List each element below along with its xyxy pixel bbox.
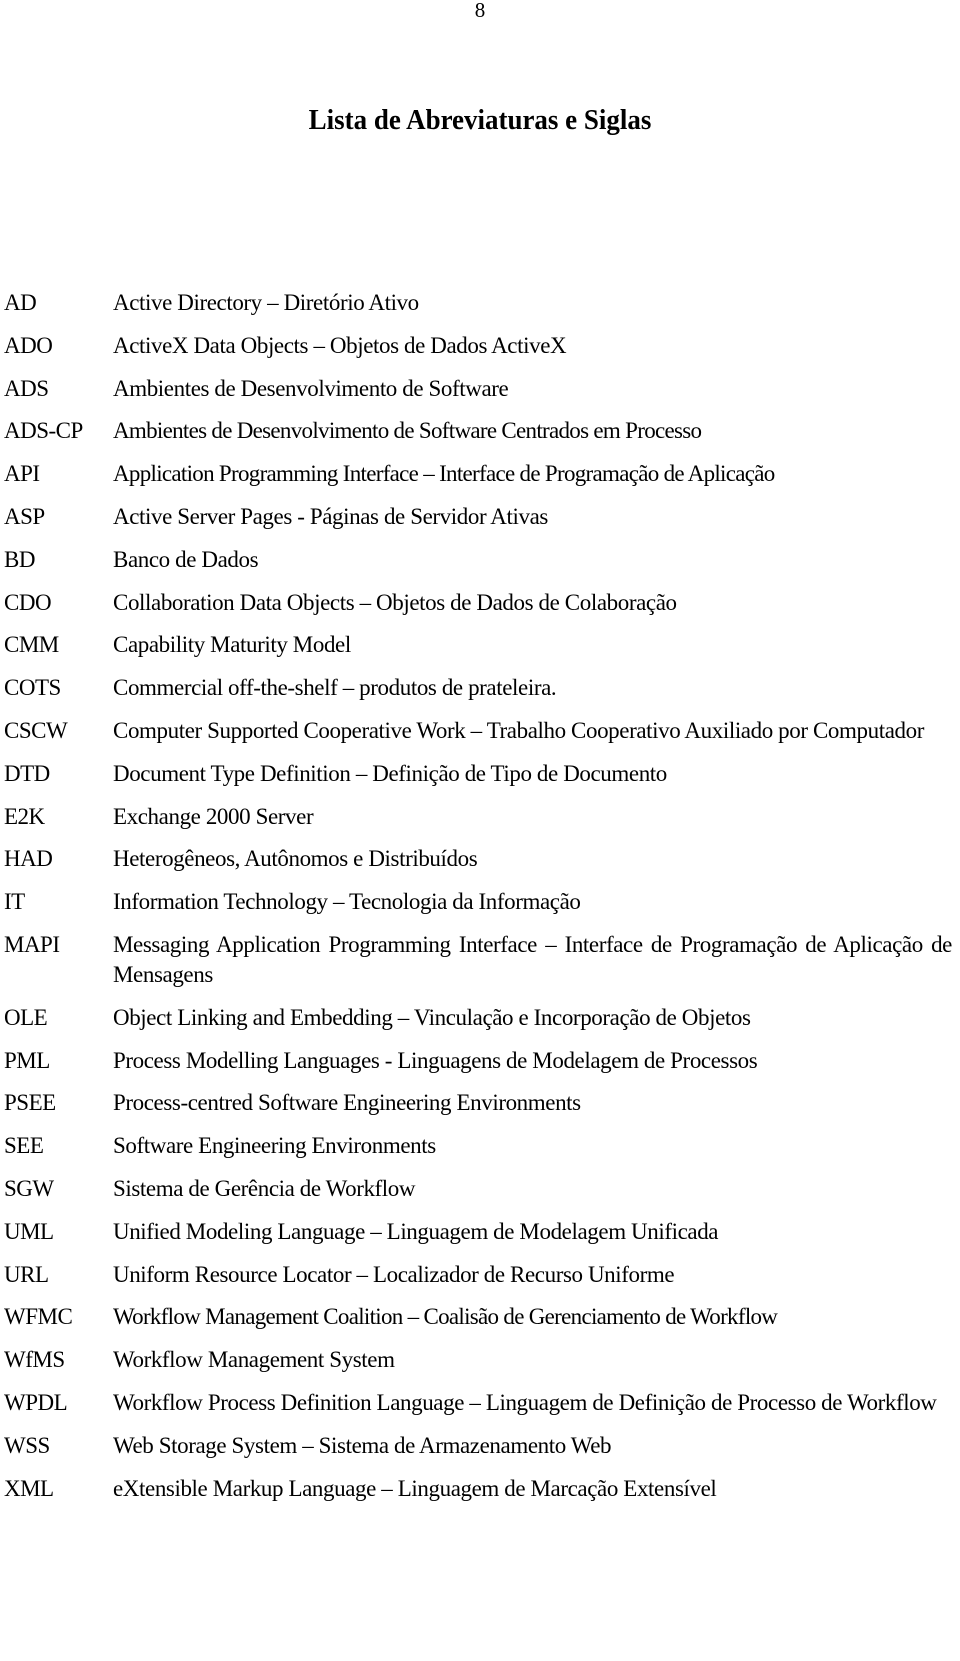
abbreviation-definition: Workflow Management Coalition – Coalisão… [113, 1304, 778, 1330]
abbreviation-term: COTS [4, 675, 61, 701]
abbreviation-term: PML [4, 1047, 50, 1073]
abbreviation-definition: Messaging Application Programming Interf… [113, 931, 952, 987]
abbreviation-term: XML [4, 1475, 54, 1501]
abbreviation-definition: Commercial off-the-shelf – produtos de p… [113, 675, 557, 701]
abbreviation-definition: Active Server Pages - Páginas de Servido… [113, 503, 548, 529]
abbreviation-row: UML Unified Modeling Language – Linguagem… [4, 1217, 956, 1247]
abbreviation-term: PSEE [4, 1090, 56, 1116]
abbreviation-term: CMM [4, 632, 59, 658]
abbreviation-row: PSEE Process-centred Software Engineering… [4, 1088, 956, 1118]
abbreviation-definition: Application Programming Interface – Inte… [113, 461, 775, 487]
abbreviation-row: CMM Capability Maturity Model [4, 630, 956, 660]
abbreviation-definition: Exchange 2000 Server [113, 803, 314, 829]
abbreviation-definition: Web Storage System – Sistema de Armazena… [113, 1432, 612, 1458]
abbreviation-row: WPDL Workflow Process Definition Language… [4, 1388, 956, 1418]
abbreviation-term: API [4, 461, 40, 487]
abbreviation-definition: Collaboration Data Objects – Objetos de … [113, 589, 677, 615]
abbreviation-row: WFMC Workflow Management Coalition – Coal… [4, 1302, 956, 1332]
abbreviation-row: CSCW Computer Supported Cooperative Work … [4, 716, 956, 746]
abbreviation-term: MAPI [4, 931, 60, 957]
abbreviation-definition: Active Directory – Diretório Ativo [113, 290, 419, 315]
abbreviation-term: OLE [4, 1004, 48, 1030]
abbreviation-term: UML [4, 1218, 54, 1244]
abbreviation-definition: Workflow Management System [113, 1347, 395, 1373]
abbreviation-definition: Ambientes de Desenvolvimento de Software [113, 375, 509, 401]
abbreviation-term: DTD [4, 760, 50, 786]
abbreviation-row: SGW Sistema de Gerência de Workflow [4, 1174, 956, 1204]
abbreviation-term: CSCW [4, 717, 68, 743]
abbreviation-term: ADS [4, 375, 49, 401]
abbreviation-term: WFMC [4, 1304, 73, 1330]
abbreviation-term: CDO [4, 589, 52, 615]
abbreviation-term: ADS-CP [4, 418, 83, 444]
abbreviation-definition: Software Engineering Environments [113, 1133, 436, 1159]
abbreviation-row: URL Uniform Resource Locator – Localizado… [4, 1260, 956, 1290]
abbreviation-row: CDO Collaboration Data Objects – Objetos … [4, 588, 956, 618]
abbreviation-row: BD Banco de Dados [4, 545, 956, 575]
abbreviation-definition: Unified Modeling Language – Linguagem de… [113, 1218, 719, 1244]
abbreviation-definition: Uniform Resource Locator – Localizador d… [113, 1261, 675, 1287]
abbreviation-definition: ActiveX Data Objects – Objetos de Dados … [113, 332, 567, 358]
abbreviation-row: DTD Document Type Definition – Definição … [4, 759, 956, 789]
abbreviation-definition: Document Type Definition – Definição de … [113, 760, 667, 786]
abbreviation-term: SGW [4, 1175, 54, 1201]
abbreviation-row: OLE Object Linking and Embedding – Vincul… [4, 1003, 956, 1033]
abbreviation-definition: Banco de Dados [113, 546, 259, 572]
abbreviation-definition: Process Modelling Languages - Linguagens… [113, 1047, 758, 1073]
abbreviation-term: AD [4, 290, 37, 315]
abbreviation-row: ADS-CP Ambientes de Desenvolvimento de So… [4, 416, 956, 446]
abbreviation-row: E2K Exchange 2000 Server [4, 802, 956, 832]
abbreviation-term: WSS [4, 1432, 50, 1458]
abbreviation-row: ASP Active Server Pages - Páginas de Serv… [4, 502, 956, 532]
abbreviation-definition: Ambientes de Desenvolvimento de Software… [113, 418, 702, 444]
abbreviation-row: ADS Ambientes de Desenvolvimento de Softw… [4, 374, 956, 404]
abbreviation-row: PML Process Modelling Languages - Linguag… [4, 1046, 956, 1076]
abbreviation-row: WfMS Workflow Management System [4, 1345, 956, 1375]
abbreviation-term: WfMS [4, 1347, 65, 1373]
abbreviation-term: HAD [4, 846, 53, 872]
abbreviation-definition: Object Linking and Embedding – Vinculaçã… [113, 1004, 751, 1030]
abbreviation-definition: Information Technology – Tecnologia da I… [113, 889, 581, 915]
abbreviation-row: SEE Software Engineering Environments [4, 1131, 956, 1161]
abbreviation-definition: Workflow Process Definition Language – L… [113, 1389, 937, 1415]
abbreviation-term: IT [4, 889, 25, 915]
abbreviation-row: MAPI Messaging Application Programming In… [4, 930, 956, 990]
abbreviation-list: AD Active Directory – Diretório Ativo ADO A… [4, 288, 956, 1516]
abbreviation-definition: Sistema de Gerência de Workflow [113, 1175, 416, 1201]
abbreviation-term: WPDL [4, 1389, 68, 1415]
page-number: 8 [474, 0, 486, 22]
abbreviation-row: WSS Web Storage System – Sistema de Armaz… [4, 1431, 956, 1461]
abbreviation-term: BD [4, 546, 35, 572]
abbreviation-definition: Computer Supported Cooperative Work – Tr… [113, 717, 924, 743]
abbreviation-term: SEE [4, 1133, 44, 1159]
abbreviation-row: COTS Commercial off-the-shelf – produtos … [4, 673, 956, 703]
abbreviation-row: XML eXtensible Markup Language – Linguage… [4, 1474, 956, 1504]
abbreviation-definition: eXtensible Markup Language – Linguagem d… [113, 1475, 717, 1501]
abbreviation-row: IT Information Technology – Tecnologia da… [4, 887, 956, 917]
abbreviation-term: ADO [4, 332, 53, 358]
abbreviation-term: URL [4, 1261, 49, 1287]
page-title: Lista de Abreviaturas e Siglas [308, 104, 652, 136]
abbreviation-row: AD Active Directory – Diretório Ativo [4, 288, 956, 318]
abbreviation-term: E2K [4, 803, 45, 829]
abbreviation-definition: Heterogêneos, Autônomos e Distribuídos [113, 846, 478, 872]
abbreviation-row: API Application Programming Interface – I… [4, 459, 956, 489]
abbreviation-definition: Process-centred Software Engineering Env… [113, 1090, 581, 1116]
abbreviation-term: ASP [4, 503, 45, 529]
abbreviation-definition: Capability Maturity Model [113, 632, 351, 658]
abbreviation-row: ADO ActiveX Data Objects – Objetos de Dad… [4, 331, 956, 361]
abbreviation-row: HAD Heterogêneos, Autônomos e Distribuído… [4, 844, 956, 874]
